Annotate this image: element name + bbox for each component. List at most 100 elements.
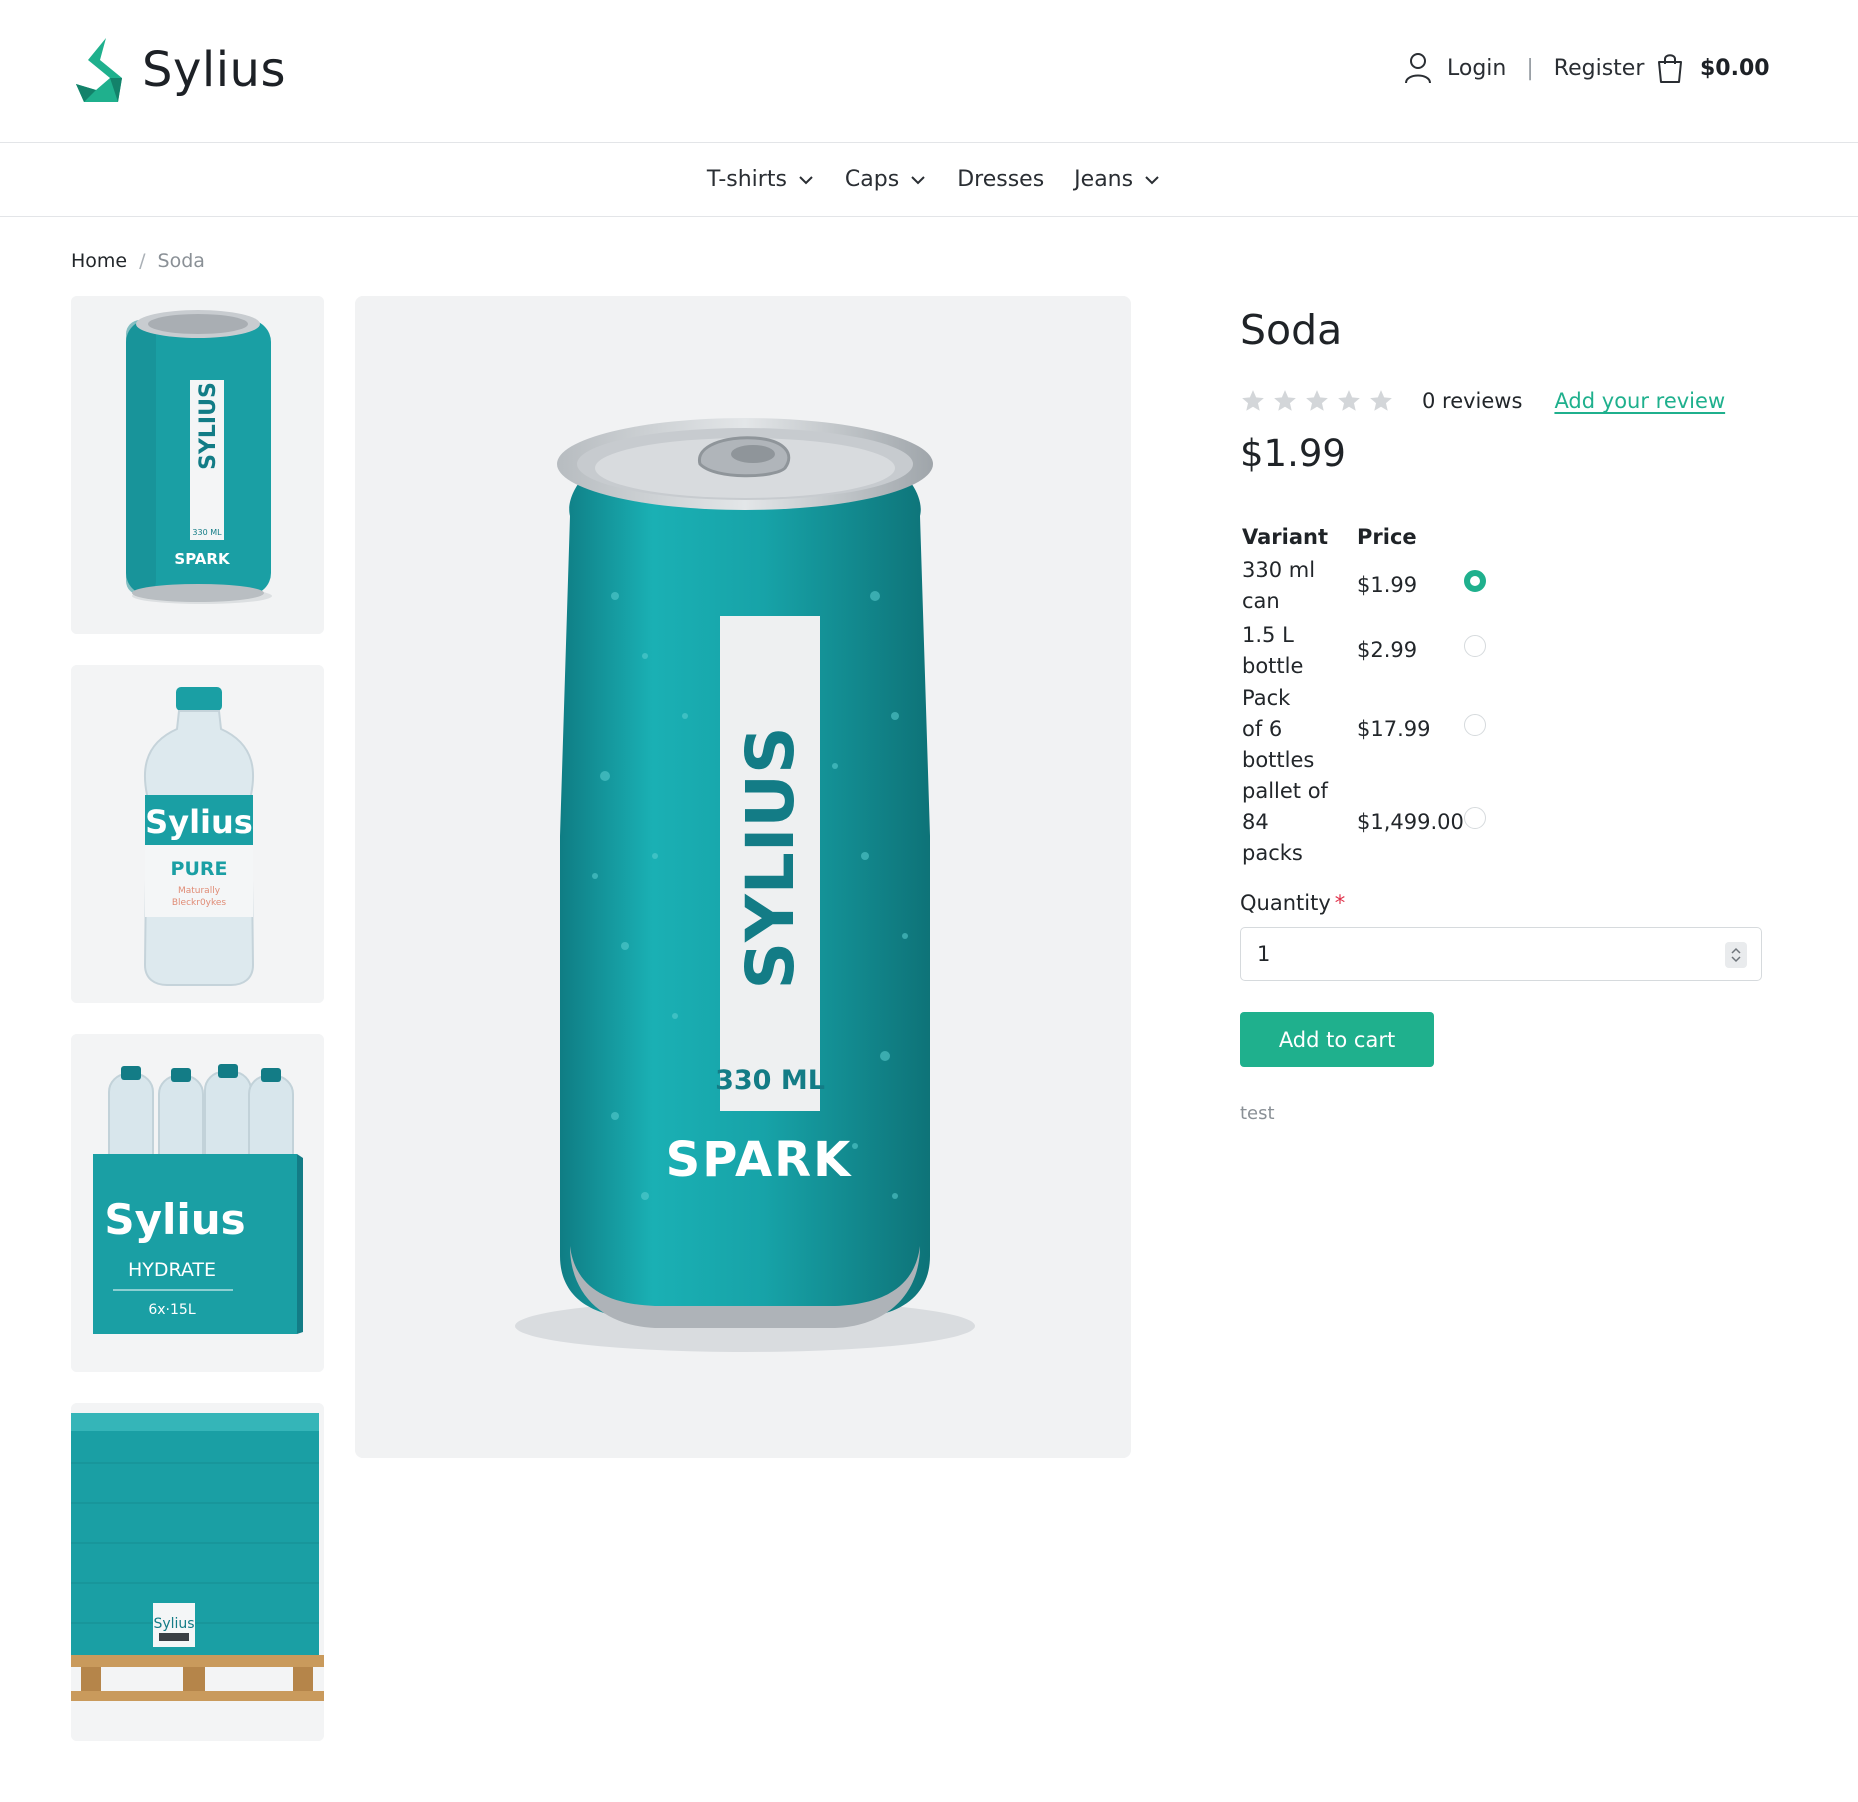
breadcrumb-home[interactable]: Home [71,250,127,272]
variant-rows: 330 ml can $1.99 1.5 L bottle $2.99 Pack of 6 b… [1242,553,1486,869]
logo-text: Sylius [142,42,286,98]
svg-text:SYLIUS: SYLIUS [732,726,809,989]
svg-text:Maturally: Maturally [178,886,221,896]
variant-price: $17.99 [1357,717,1431,741]
variant-select-cell [1463,683,1486,776]
chevron-down-icon [1145,175,1159,184]
quantity-label: Quantity * [1240,891,1762,915]
variant-name: pallet of 84 packs [1242,776,1357,869]
star-icon [1242,390,1264,411]
select-column-header [1464,525,1486,553]
variant-select-cell [1463,553,1486,618]
variant-price: $1,499.00 [1357,810,1464,834]
svg-text:Sylius: Sylius [145,803,253,841]
nav-item-label: Caps [844,167,900,192]
nav-item-label: Dresses [957,167,1045,192]
add-to-cart-button[interactable]: Add to cart [1240,1012,1434,1067]
main-nav: T-shirts Caps Dresses Jeans [0,143,1858,217]
variant-radio[interactable] [1463,714,1486,736]
nav-item-label: Jeans [1074,167,1134,192]
nav-item-t-shirts[interactable]: T-shirts [707,167,815,192]
account-separator: | [1526,55,1534,81]
star-icon [1338,390,1360,411]
star-icon [1370,390,1392,411]
nav-item-dresses[interactable]: Dresses [957,167,1044,192]
svg-text:6x·15L: 6x·15L [148,1302,195,1318]
nav-item-caps[interactable]: Caps [845,167,927,192]
svg-text:HYDRATE: HYDRATE [128,1259,216,1281]
quantity-label-text: Quantity [1240,891,1331,915]
cart-button[interactable]: $0.00 [1655,52,1770,84]
soda-can-image: SYLIUS 330 ML SPARK [355,296,1131,1458]
variant-radio[interactable] [1463,635,1486,657]
star-icon [1306,390,1328,411]
variant-row[interactable]: pallet of 84 packs $1,499.00 [1242,776,1486,869]
cart-total: $0.00 [1700,55,1770,81]
product-info: Soda 0 reviews Add your review $1.99 Var… [1240,296,1762,1124]
thumbnail-bottle[interactable]: Sylius PURE Maturally Bleckr0ykes [71,665,324,1003]
variant-name-line1: 330 ml [1242,557,1316,582]
quantity-field[interactable] [1240,927,1762,981]
quantity-stepper-icon[interactable] [1725,942,1747,968]
star-icon [1274,390,1296,411]
account-links: Login | Register [1403,52,1644,84]
variant-row[interactable]: 330 ml can $1.99 [1242,553,1486,618]
product-price: $1.99 [1240,432,1346,475]
register-link[interactable]: Register [1554,56,1645,81]
product-description: test [1240,1103,1275,1124]
nav-item-jeans[interactable]: Jeans [1074,167,1161,192]
variant-select-cell [1463,618,1486,683]
variant-select-cell [1463,776,1486,869]
sylius-logo[interactable]: Sylius [70,38,286,102]
variant-name-line2: packs [1242,841,1303,865]
variant-row[interactable]: Pack of 6 bottles $17.99 [1242,683,1486,776]
variant-name-line1: 1.5 L [1242,622,1294,647]
logo-icon [76,38,122,102]
svg-text:330 ML: 330 ML [192,528,222,537]
svg-text:Sylius: Sylius [153,1616,194,1632]
variant-price: $2.99 [1357,638,1418,662]
nav-item-label: T-shirts [706,167,787,192]
variant-row[interactable]: 1.5 L bottle $2.99 [1242,618,1486,683]
variant-name-line2: of 6 bottles [1242,717,1315,772]
six-pack-thumbnail-image: Sylius HYDRATE 6x·15L [71,1034,324,1372]
required-mark: * [1334,891,1346,915]
bottle-thumbnail-image: Sylius PURE Maturally Bleckr0ykes [71,665,324,1003]
price-column-header: Price [1357,525,1417,549]
login-link[interactable]: Login [1447,56,1506,81]
variant-name: 330 ml can [1242,553,1357,618]
can-thumbnail-image: SYLIUS 330 ML SPARK [71,296,324,634]
site-header: Sylius Login | Register $0.00 [0,0,1858,143]
variant-radio[interactable] [1463,570,1486,592]
product-rating: 0 reviews Add your review [1240,388,1762,414]
rating-stars [1240,388,1400,414]
add-review-link[interactable]: Add your review [1554,389,1725,413]
svg-text:SPARK: SPARK [666,1132,853,1188]
variant-name-line2: can [1242,588,1280,613]
variant-name: 1.5 L bottle [1242,618,1357,683]
product-title: Soda [1240,306,1343,354]
chevron-down-icon [799,175,813,184]
svg-text:330 ML: 330 ML [715,1065,825,1096]
variant-column-header: Variant [1242,525,1328,549]
main-product-image[interactable]: SYLIUS 330 ML SPARK [355,296,1131,1458]
variant-name-line2: bottle [1242,653,1304,678]
quantity-input[interactable] [1241,928,1761,980]
variant-radio[interactable] [1463,807,1486,829]
reviews-count: 0 reviews [1422,389,1523,413]
chevron-down-icon [911,175,925,184]
variant-name: Pack of 6 bottles [1242,683,1357,776]
thumbnail-can[interactable]: SYLIUS 330 ML SPARK [71,296,324,634]
svg-text:SYLIUS: SYLIUS [196,382,221,470]
svg-text:PURE: PURE [171,858,228,880]
variant-name-line1: pallet of 84 [1242,779,1328,834]
thumbnail-six-pack[interactable]: Sylius HYDRATE 6x·15L [71,1034,324,1372]
shopping-bag-icon [1658,54,1682,83]
thumbnail-pallet[interactable]: Sylius [71,1403,324,1741]
svg-text:SPARK: SPARK [174,550,231,568]
nav-items: T-shirts Caps Dresses Jeans [692,167,1176,192]
pallet-thumbnail-image: Sylius [71,1403,324,1741]
svg-text:Bleckr0ykes: Bleckr0ykes [172,898,227,908]
user-icon [1405,53,1431,84]
variant-price: $1.99 [1357,573,1418,597]
